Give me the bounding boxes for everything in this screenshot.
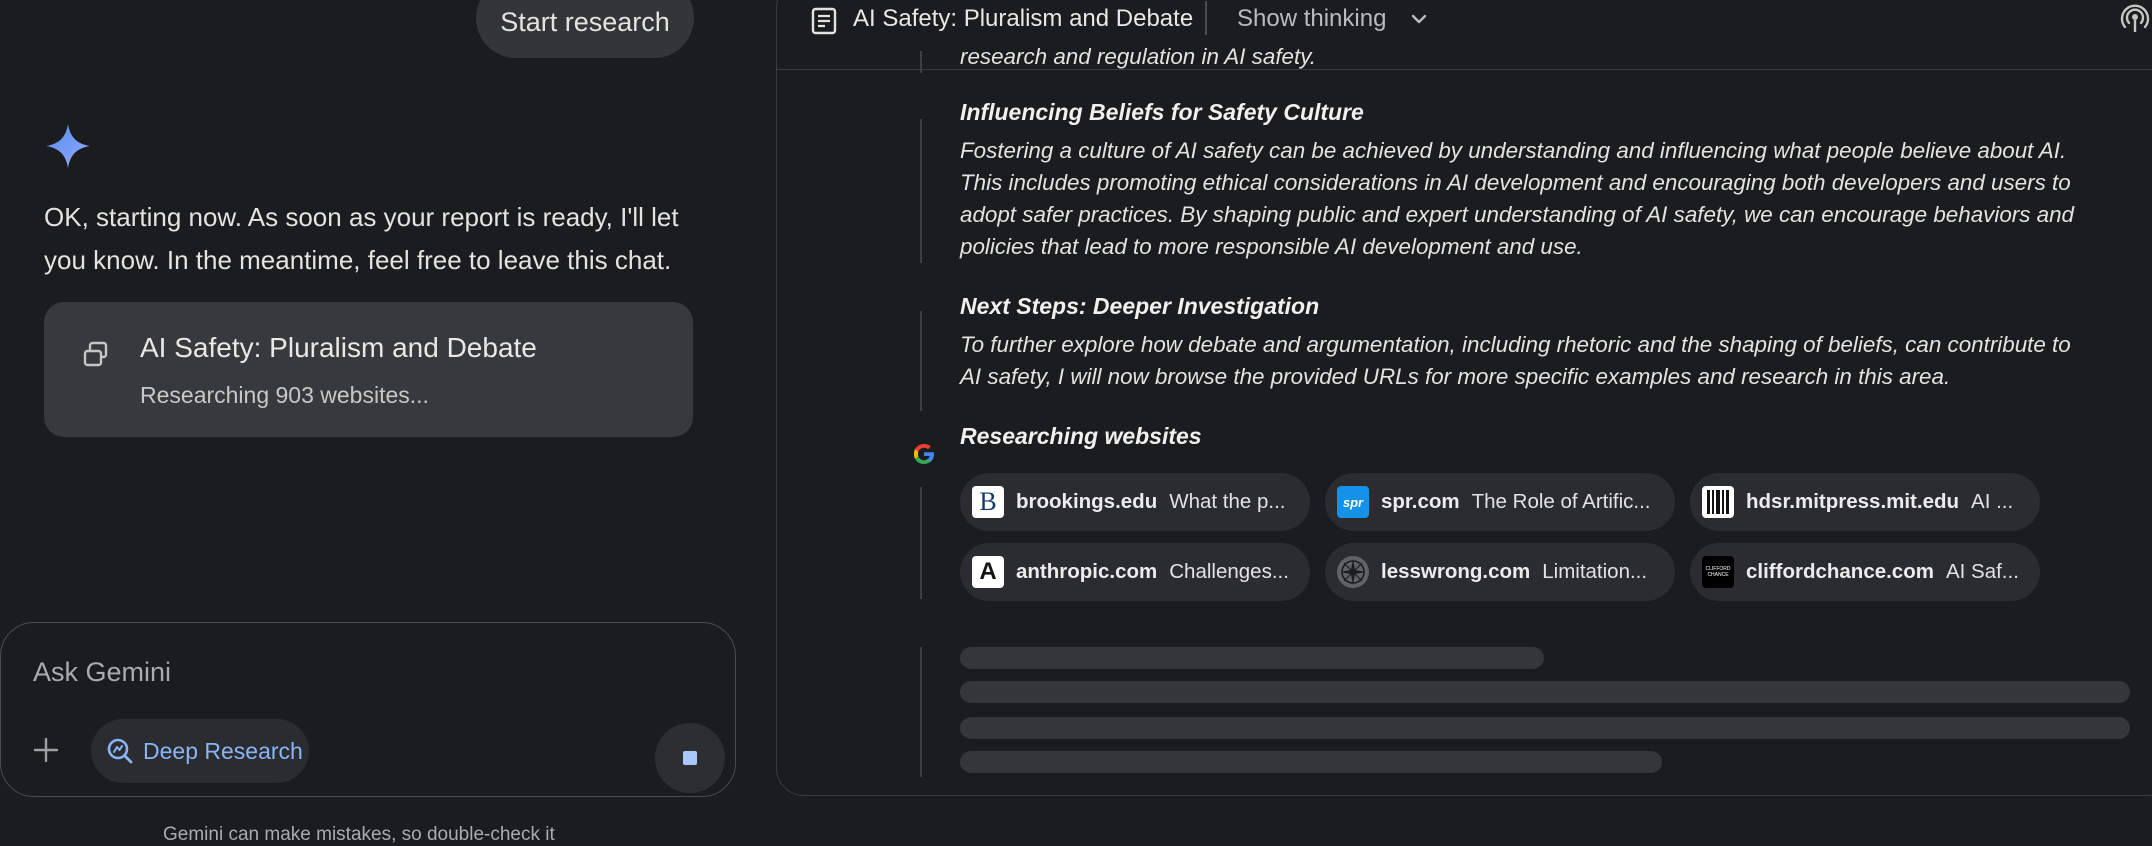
researching-websites-label: Researching websites: [960, 423, 1202, 449]
website-domain: cliffordchance.com: [1746, 560, 1934, 583]
truncated-paragraph: research and regulation in AI safety.: [960, 44, 1316, 69]
website-domain: spr.com: [1381, 490, 1460, 513]
website-domain: anthropic.com: [1016, 560, 1158, 583]
section-line: Fostering a culture of AI safety can be …: [960, 138, 2067, 163]
spr-favicon-icon: spr: [1337, 486, 1369, 518]
cliffordchance-favicon-icon: CLIFFORD CHANCE: [1702, 556, 1734, 588]
hdsr-favicon-icon: [1702, 486, 1734, 518]
deep-research-button[interactable]: Deep Research: [91, 719, 309, 783]
website-title: AI Saf...: [1945, 560, 2019, 583]
loading-skeleton: [960, 751, 1662, 773]
website-chip[interactable]: lesswrong.com Limitation...: [1325, 543, 1675, 601]
deep-research-label: Deep Research: [143, 737, 303, 764]
start-research-message: Start research: [476, 0, 694, 58]
website-chip[interactable]: spr spr.com The Role of Artific...: [1325, 473, 1675, 531]
section-heading: Influencing Beliefs for Safety Culture: [960, 99, 1364, 125]
stop-icon: [683, 751, 697, 765]
report-card-status: Researching 903 websites...: [140, 382, 429, 408]
section-heading: Next Steps: Deeper Investigation: [960, 293, 1320, 319]
anthropic-favicon-text: A: [979, 558, 997, 585]
timeline-line: [920, 119, 922, 263]
website-title: Challenges...: [1169, 560, 1289, 583]
brookings-favicon-icon: B: [972, 486, 1004, 518]
section-line: adopt safer practices. By shaping public…: [960, 202, 2075, 227]
open-report-icon: [83, 341, 108, 367]
chevron-down-icon[interactable]: [1409, 9, 1429, 29]
start-research-label: Start research: [500, 7, 670, 37]
podcast-icon[interactable]: [2119, 3, 2151, 35]
spr-favicon-text: spr: [1342, 494, 1364, 510]
add-icon[interactable]: [31, 735, 61, 765]
timeline-line: [920, 647, 922, 777]
show-thinking-toggle[interactable]: Show thinking: [1237, 5, 1386, 33]
loading-skeleton: [960, 681, 2130, 703]
website-title: What the p...: [1169, 490, 1286, 513]
timeline-line: [920, 311, 922, 411]
section-line: This includes promoting ethical consider…: [960, 170, 2071, 195]
website-chip[interactable]: CLIFFORD CHANCE cliffordchance.com AI Sa…: [1690, 543, 2040, 601]
anthropic-favicon-icon: A: [972, 556, 1004, 588]
report-pane: AI Safety: Pluralism and Debate Show thi…: [776, 0, 2152, 796]
prompt-input[interactable]: Ask Gemini: [33, 657, 171, 688]
deep-research-icon: [107, 738, 133, 764]
timeline-line: [920, 487, 922, 599]
lesswrong-favicon-icon: [1337, 556, 1369, 588]
report-title: AI Safety: Pluralism and Debate: [853, 5, 1194, 32]
website-domain: hdsr.mitpress.mit.edu: [1746, 490, 1960, 513]
disclaimer-text: Gemini can make mistakes, so double-chec…: [163, 824, 555, 845]
section-body: To further explore how debate and argume…: [960, 329, 2150, 393]
section-line: policies that lead to more responsible A…: [960, 234, 1583, 259]
section-line: AI safety, I will now browse the provide…: [960, 364, 1951, 389]
header-divider: [1205, 1, 1207, 35]
report-card-title: AI Safety: Pluralism and Debate: [140, 332, 537, 363]
section-body: Fostering a culture of AI safety can be …: [960, 135, 2150, 263]
loading-skeleton: [960, 717, 2130, 739]
google-icon: [909, 439, 939, 469]
website-title: The Role of Artific...: [1471, 490, 1651, 513]
document-icon: [811, 7, 837, 35]
gemini-sparkle-icon: [46, 124, 90, 168]
loading-skeleton: [960, 647, 1544, 669]
stop-button[interactable]: [655, 723, 725, 793]
website-title: Limitation...: [1542, 560, 1648, 583]
cliffordchance-favicon-text: CLIFFORD CHANCE: [1705, 566, 1731, 578]
website-title: AI ...: [1971, 490, 2014, 513]
website-chip[interactable]: A anthropic.com Challenges...: [960, 543, 1310, 601]
ai-response-message: OK, starting now. As soon as your report…: [44, 202, 679, 275]
website-chip[interactable]: B brookings.edu What the p...: [960, 473, 1310, 531]
website-domain: lesswrong.com: [1381, 560, 1531, 583]
section-line: To further explore how debate and argume…: [960, 332, 2071, 357]
website-chip[interactable]: hdsr.mitpress.mit.edu AI ...: [1690, 473, 2040, 531]
brookings-favicon-text: B: [979, 487, 997, 516]
prompt-composer: Ask Gemini Deep Research: [0, 622, 736, 797]
website-domain: brookings.edu: [1016, 490, 1158, 513]
report-card[interactable]: AI Safety: Pluralism and Debate Research…: [44, 302, 693, 437]
chat-pane: Start research OK, starting now. As soon…: [0, 0, 760, 845]
timeline-line: [920, 51, 922, 73]
